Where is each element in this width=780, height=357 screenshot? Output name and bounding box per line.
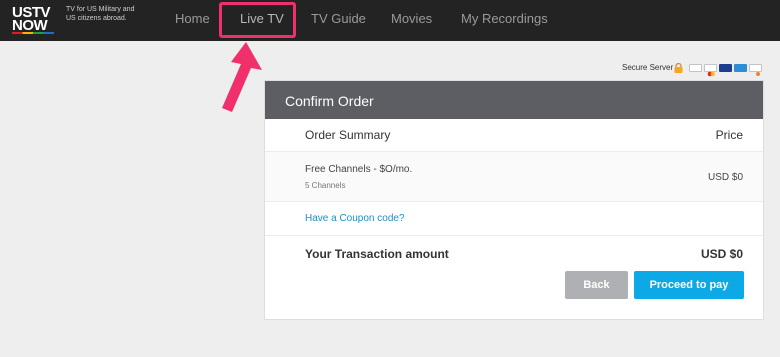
transaction-amount-label: Your Transaction amount <box>305 247 449 261</box>
paypal-icon <box>689 64 702 72</box>
item-name: Free Channels - $O/mo. <box>305 164 413 175</box>
order-summary-label: Order Summary <box>305 128 391 142</box>
panel-title: Confirm Order <box>285 93 374 109</box>
order-item-row: Free Channels - $O/mo. 5 Channels USD $0 <box>265 152 763 202</box>
item-price: USD $0 <box>707 172 743 183</box>
nav-home[interactable]: Home <box>175 11 210 26</box>
visa-icon <box>719 64 732 72</box>
item-subtitle: 5 Channels <box>305 181 346 190</box>
order-summary-row: Order Summary Price <box>265 119 763 152</box>
confirm-order-panel: Confirm Order Order Summary Price Free C… <box>264 80 764 320</box>
ustv-now-logo[interactable]: USTV NOW <box>12 5 54 34</box>
proceed-to-pay-button[interactable]: Proceed to pay <box>634 271 744 299</box>
coupon-row: Have a Coupon code? <box>265 202 763 236</box>
discover-icon <box>749 64 762 76</box>
nav-tv-guide[interactable]: TV Guide <box>311 11 366 26</box>
price-column-label: Price <box>715 128 743 142</box>
coupon-code-link[interactable]: Have a Coupon code? <box>305 213 405 224</box>
nav-movies[interactable]: Movies <box>391 11 432 26</box>
pointer-arrow-icon <box>222 42 262 112</box>
top-navigation-bar: USTV NOW TV for US Military and US citiz… <box>0 0 780 41</box>
mastercard-icon <box>704 64 717 77</box>
secure-server-label: Secure Server <box>622 63 674 72</box>
lock-icon <box>674 63 683 73</box>
transaction-amount-value: USD $0 <box>700 247 743 261</box>
panel-header: Confirm Order <box>265 81 763 119</box>
back-button[interactable]: Back <box>565 271 628 299</box>
logo-color-stripe <box>12 32 54 34</box>
live-tv-highlight-box <box>219 2 296 38</box>
amex-icon <box>734 64 747 72</box>
nav-my-recordings[interactable]: My Recordings <box>461 11 548 26</box>
brand-tagline: TV for US Military and US citizens abroa… <box>66 6 135 22</box>
